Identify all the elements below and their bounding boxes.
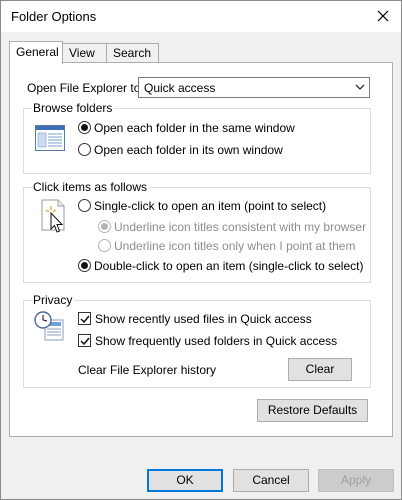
underline-point-radio[interactable] [98,239,111,252]
restore-defaults-button[interactable]: Restore Defaults [257,399,368,422]
underline-browser-label[interactable]: Underline icon titles consistent with my… [114,220,366,234]
tab-view[interactable]: View [62,43,107,63]
dropdown-selected-value: Quick access [144,81,216,95]
pointer-click-icon [41,199,65,233]
title-bar: Folder Options [1,1,401,32]
checkmark-icon [80,315,90,324]
apply-button[interactable]: Apply [318,469,394,492]
clear-history-button[interactable]: Clear [288,358,352,381]
clear-history-label: Clear File Explorer history [78,363,217,377]
window-title: Folder Options [11,9,97,24]
frequent-folders-checkbox[interactable] [78,334,91,347]
cancel-button[interactable]: Cancel [233,469,309,492]
open-file-explorer-dropdown[interactable]: Quick access [138,77,370,98]
folder-options-window: Folder Options General View Search Open … [0,0,402,500]
browse-folders-label: Browse folders [31,101,115,115]
browse-folders-group: Browse folders [23,101,371,174]
same-window-label[interactable]: Open each folder in the same window [94,121,295,135]
own-window-radio[interactable] [78,143,91,156]
open-file-explorer-label: Open File Explorer to: [27,81,144,95]
single-click-label[interactable]: Single-click to open an item (point to s… [94,199,326,213]
window-icon [35,125,65,151]
privacy-label: Privacy [31,293,75,307]
single-click-radio[interactable] [78,199,91,212]
frequent-folders-label[interactable]: Show frequently used folders in Quick ac… [95,334,337,348]
underline-browser-radio[interactable] [98,220,111,233]
same-window-radio[interactable] [78,121,91,134]
double-click-label[interactable]: Double-click to open an item (single-cli… [94,259,363,273]
recent-files-label[interactable]: Show recently used files in Quick access [95,312,312,326]
ok-button[interactable]: OK [147,469,223,492]
checkmark-icon [80,337,90,346]
close-icon [377,10,389,22]
tab-search[interactable]: Search [106,43,159,63]
close-button[interactable] [371,5,395,27]
tab-general[interactable]: General [9,41,63,64]
underline-point-label[interactable]: Underline icon titles only when I point … [114,239,355,253]
own-window-label[interactable]: Open each folder in its own window [94,143,283,157]
recent-files-clock-icon [34,311,64,341]
double-click-radio[interactable] [78,259,91,272]
recent-files-checkbox[interactable] [78,312,91,325]
click-items-label: Click items as follows [31,180,150,194]
chevron-down-icon [355,84,365,90]
